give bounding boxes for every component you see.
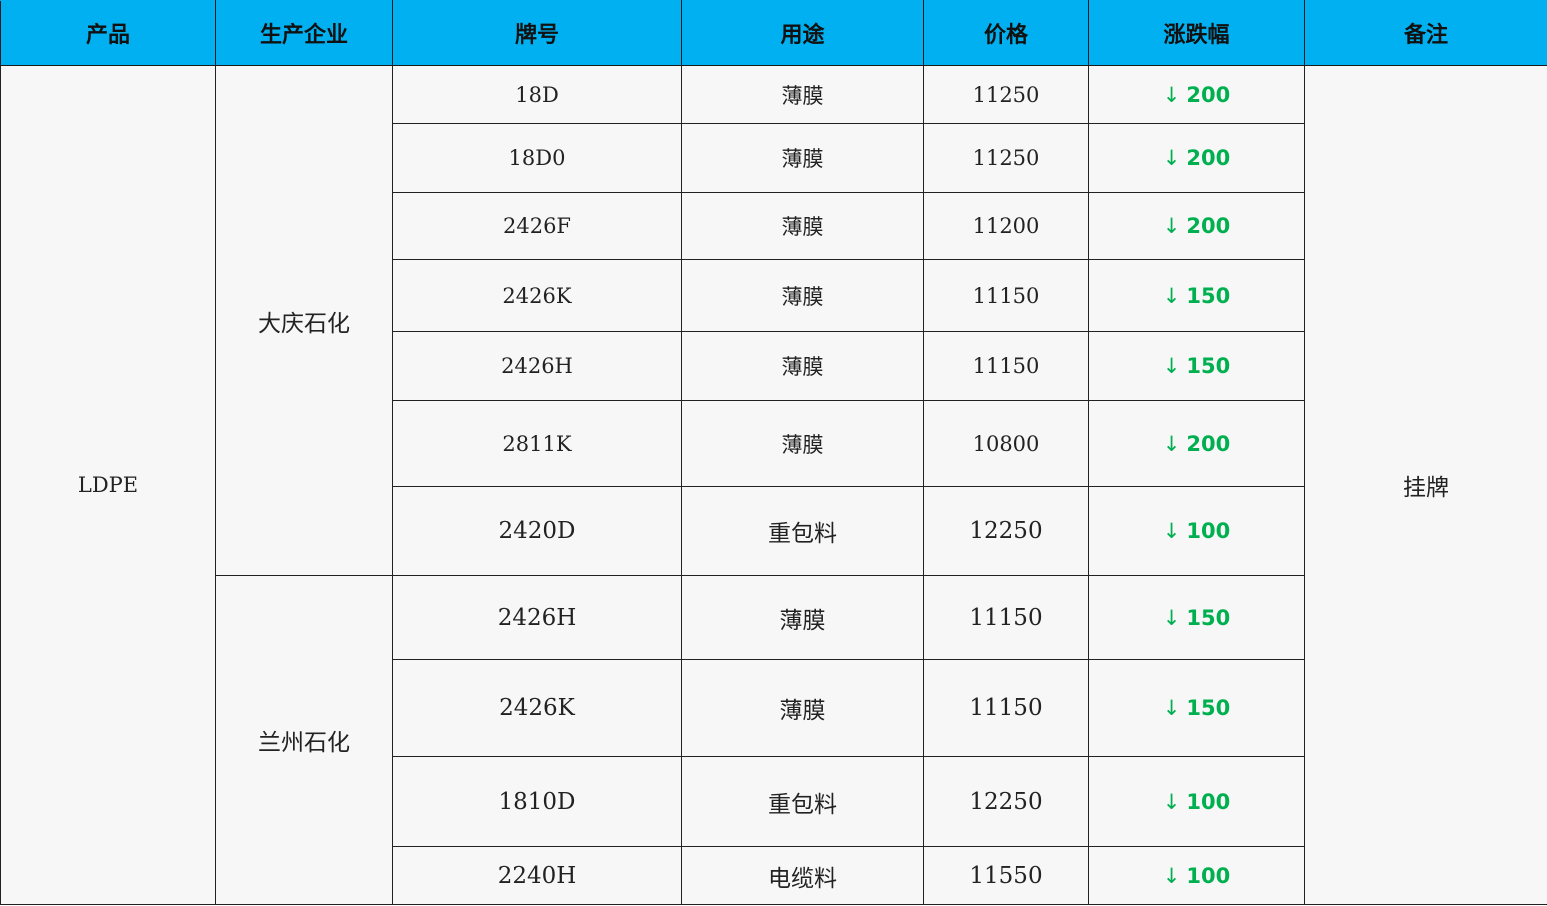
grade-cell: 1810D	[392, 756, 682, 847]
grade-cell: 2426K	[392, 659, 682, 757]
arrow-down-icon: ↓	[1162, 605, 1181, 630]
price-cell: 11150	[923, 259, 1089, 332]
price-cell: 11250	[923, 65, 1089, 124]
company-cell: 兰州石化	[215, 575, 393, 905]
change-cell: ↓ 150	[1088, 575, 1305, 660]
change-value: 150	[1186, 696, 1231, 720]
price-cell: 11150	[923, 659, 1089, 757]
change-value: 200	[1186, 214, 1231, 238]
change-cell: ↓ 200	[1088, 192, 1305, 260]
use-cell: 薄膜	[681, 192, 924, 260]
price-cell: 12250	[923, 756, 1089, 847]
arrow-down-icon: ↓	[1162, 519, 1181, 543]
use-cell: 电缆料	[681, 846, 924, 905]
grade-cell: 2426F	[392, 192, 682, 260]
company-cell: 大庆石化	[215, 65, 393, 576]
use-cell: 重包料	[681, 486, 924, 576]
change-value: 150	[1186, 283, 1231, 308]
change-cell: ↓ 150	[1088, 259, 1305, 332]
change-cell: ↓ 200	[1088, 400, 1305, 487]
grade-cell: 2420D	[392, 486, 682, 576]
price-cell: 11250	[923, 123, 1089, 193]
arrow-down-icon: ↓	[1162, 863, 1181, 888]
change-value: 150	[1186, 354, 1231, 378]
price-table: 产品 生产企业 牌号 用途 价格 涨跌幅 备注 LDPE 大庆石化 18D 薄膜…	[0, 0, 1547, 905]
grade-cell: 2426H	[392, 331, 682, 401]
use-cell: 薄膜	[681, 400, 924, 487]
header-company: 生产企业	[215, 0, 393, 66]
remark-cell: 挂牌	[1304, 65, 1547, 905]
change-cell: ↓ 100	[1088, 846, 1305, 905]
header-grade: 牌号	[392, 0, 682, 66]
use-cell: 薄膜	[681, 123, 924, 193]
grade-cell: 2240H	[392, 846, 682, 905]
header-change: 涨跌幅	[1088, 0, 1305, 66]
header-use: 用途	[681, 0, 924, 66]
change-value: 100	[1186, 789, 1231, 814]
change-cell: ↓ 100	[1088, 756, 1305, 847]
price-cell: 10800	[923, 400, 1089, 487]
arrow-down-icon: ↓	[1162, 214, 1181, 238]
price-cell: 11150	[923, 575, 1089, 660]
change-value: 200	[1186, 82, 1231, 107]
change-value: 200	[1186, 431, 1231, 456]
use-cell: 薄膜	[681, 331, 924, 401]
arrow-down-icon: ↓	[1162, 146, 1181, 170]
use-cell: 薄膜	[681, 65, 924, 124]
change-value: 100	[1186, 519, 1231, 543]
use-cell: 薄膜	[681, 259, 924, 332]
use-cell: 重包料	[681, 756, 924, 847]
table-row: LDPE 大庆石化 18D 薄膜 11250 ↓ 200 挂牌	[0, 65, 1547, 905]
change-cell: ↓ 150	[1088, 331, 1305, 401]
use-cell: 薄膜	[681, 575, 924, 660]
change-value: 100	[1186, 863, 1231, 888]
arrow-down-icon: ↓	[1162, 82, 1181, 107]
grade-cell: 2811K	[392, 400, 682, 487]
use-cell: 薄膜	[681, 659, 924, 757]
header-price: 价格	[923, 0, 1089, 66]
change-cell: ↓ 100	[1088, 486, 1305, 576]
change-cell: ↓ 150	[1088, 659, 1305, 757]
header-product: 产品	[0, 0, 216, 66]
grade-cell: 18D	[392, 65, 682, 124]
change-cell: ↓ 200	[1088, 123, 1305, 193]
arrow-down-icon: ↓	[1162, 283, 1181, 308]
grade-cell: 18D0	[392, 123, 682, 193]
grade-cell: 2426H	[392, 575, 682, 660]
grade-cell: 2426K	[392, 259, 682, 332]
price-cell: 11200	[923, 192, 1089, 260]
arrow-down-icon: ↓	[1162, 789, 1181, 814]
header-remark: 备注	[1304, 0, 1547, 66]
price-cell: 11550	[923, 846, 1089, 905]
product-cell: LDPE	[0, 65, 216, 905]
change-cell: ↓ 200	[1088, 65, 1305, 124]
arrow-down-icon: ↓	[1162, 354, 1181, 378]
arrow-down-icon: ↓	[1162, 431, 1181, 456]
change-value: 200	[1186, 146, 1231, 170]
price-cell: 11150	[923, 331, 1089, 401]
change-value: 150	[1186, 605, 1231, 630]
price-cell: 12250	[923, 486, 1089, 576]
arrow-down-icon: ↓	[1162, 696, 1181, 720]
header-row: 产品 生产企业 牌号 用途 价格 涨跌幅 备注	[0, 0, 1547, 66]
